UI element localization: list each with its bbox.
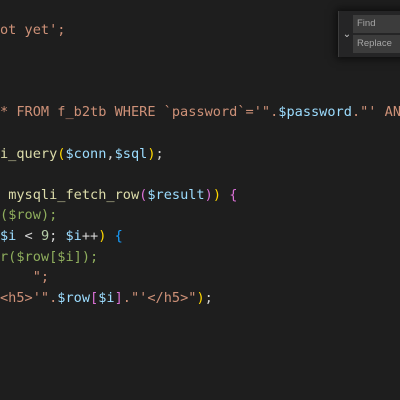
code-token: ) xyxy=(147,145,156,162)
code-token: , xyxy=(106,145,115,162)
code-token: $row xyxy=(57,289,91,306)
replace-input[interactable] xyxy=(353,35,400,53)
code-token: ) xyxy=(212,186,230,203)
code-line[interactable] xyxy=(0,123,400,144)
code-token: "; xyxy=(0,269,50,286)
code-token: mysqli_fetch_row xyxy=(8,186,140,203)
code-token: < xyxy=(16,227,41,244)
code-line[interactable]: * FROM f_b2tb WHERE `password`='".$passw… xyxy=(0,102,400,123)
code-token: ot yet'; xyxy=(0,22,66,38)
code-token: { xyxy=(114,227,123,244)
code-token: ."' AN xyxy=(351,104,400,121)
code-token: ; xyxy=(49,227,66,244)
code-token: i_query xyxy=(0,145,58,162)
code-token: r( xyxy=(0,248,17,265)
code-line[interactable]: $i < 9; $i++) { xyxy=(0,226,400,247)
code-token: ; xyxy=(204,289,213,306)
code-token: ++ xyxy=(81,227,99,244)
code-token: [ xyxy=(90,289,99,306)
find-input[interactable] xyxy=(353,15,400,33)
code-token: $conn xyxy=(65,145,107,162)
code-token: ); xyxy=(81,248,99,265)
code-line[interactable] xyxy=(0,82,400,103)
code-token: 9 xyxy=(40,227,50,244)
code-line[interactable]: "; xyxy=(0,267,400,288)
code-token: ."'</h5>" xyxy=(122,289,197,306)
code-token: $row[$i] xyxy=(16,248,82,265)
code-content[interactable]: ot yet'; * FROM f_b2tb WHERE `password`='… xyxy=(0,20,400,308)
code-line[interactable] xyxy=(0,164,400,185)
code-line[interactable]: <h5>'".$row[$i]."'</h5>"); xyxy=(0,288,400,309)
code-token: ( xyxy=(0,207,9,224)
code-token: $result xyxy=(147,186,205,203)
code-token: $i xyxy=(98,289,115,306)
code-line[interactable]: mysqli_fetch_row($result)) { xyxy=(0,185,400,206)
code-token: * FROM f_b2tb WHERE `password`='". xyxy=(0,104,279,121)
code-token: ] xyxy=(114,289,123,306)
code-token: $i xyxy=(0,227,17,244)
code-token: ) xyxy=(196,289,205,306)
code-line[interactable]: r($row[$i]); xyxy=(0,247,400,268)
code-line[interactable]: ($row); xyxy=(0,205,400,226)
code-token: $password xyxy=(278,104,352,121)
find-replace-widget: ⌄ xyxy=(338,11,400,57)
code-token: ); xyxy=(40,207,58,224)
code-token: { xyxy=(229,186,238,203)
code-token: $sql xyxy=(114,145,148,162)
code-line[interactable]: i_query($conn,$sql); xyxy=(0,144,400,165)
code-token: ) xyxy=(98,227,115,244)
code-token: $i xyxy=(65,227,82,244)
code-editor[interactable]: ot yet'; * FROM f_b2tb WHERE `password`='… xyxy=(0,0,400,400)
code-token: ) xyxy=(204,186,213,203)
code-token: ; xyxy=(155,145,164,162)
chevron-down-icon[interactable]: ⌄ xyxy=(341,11,353,57)
code-token: <h5>'". xyxy=(0,289,58,306)
code-token: $row xyxy=(8,207,41,224)
code-line[interactable] xyxy=(0,61,400,82)
